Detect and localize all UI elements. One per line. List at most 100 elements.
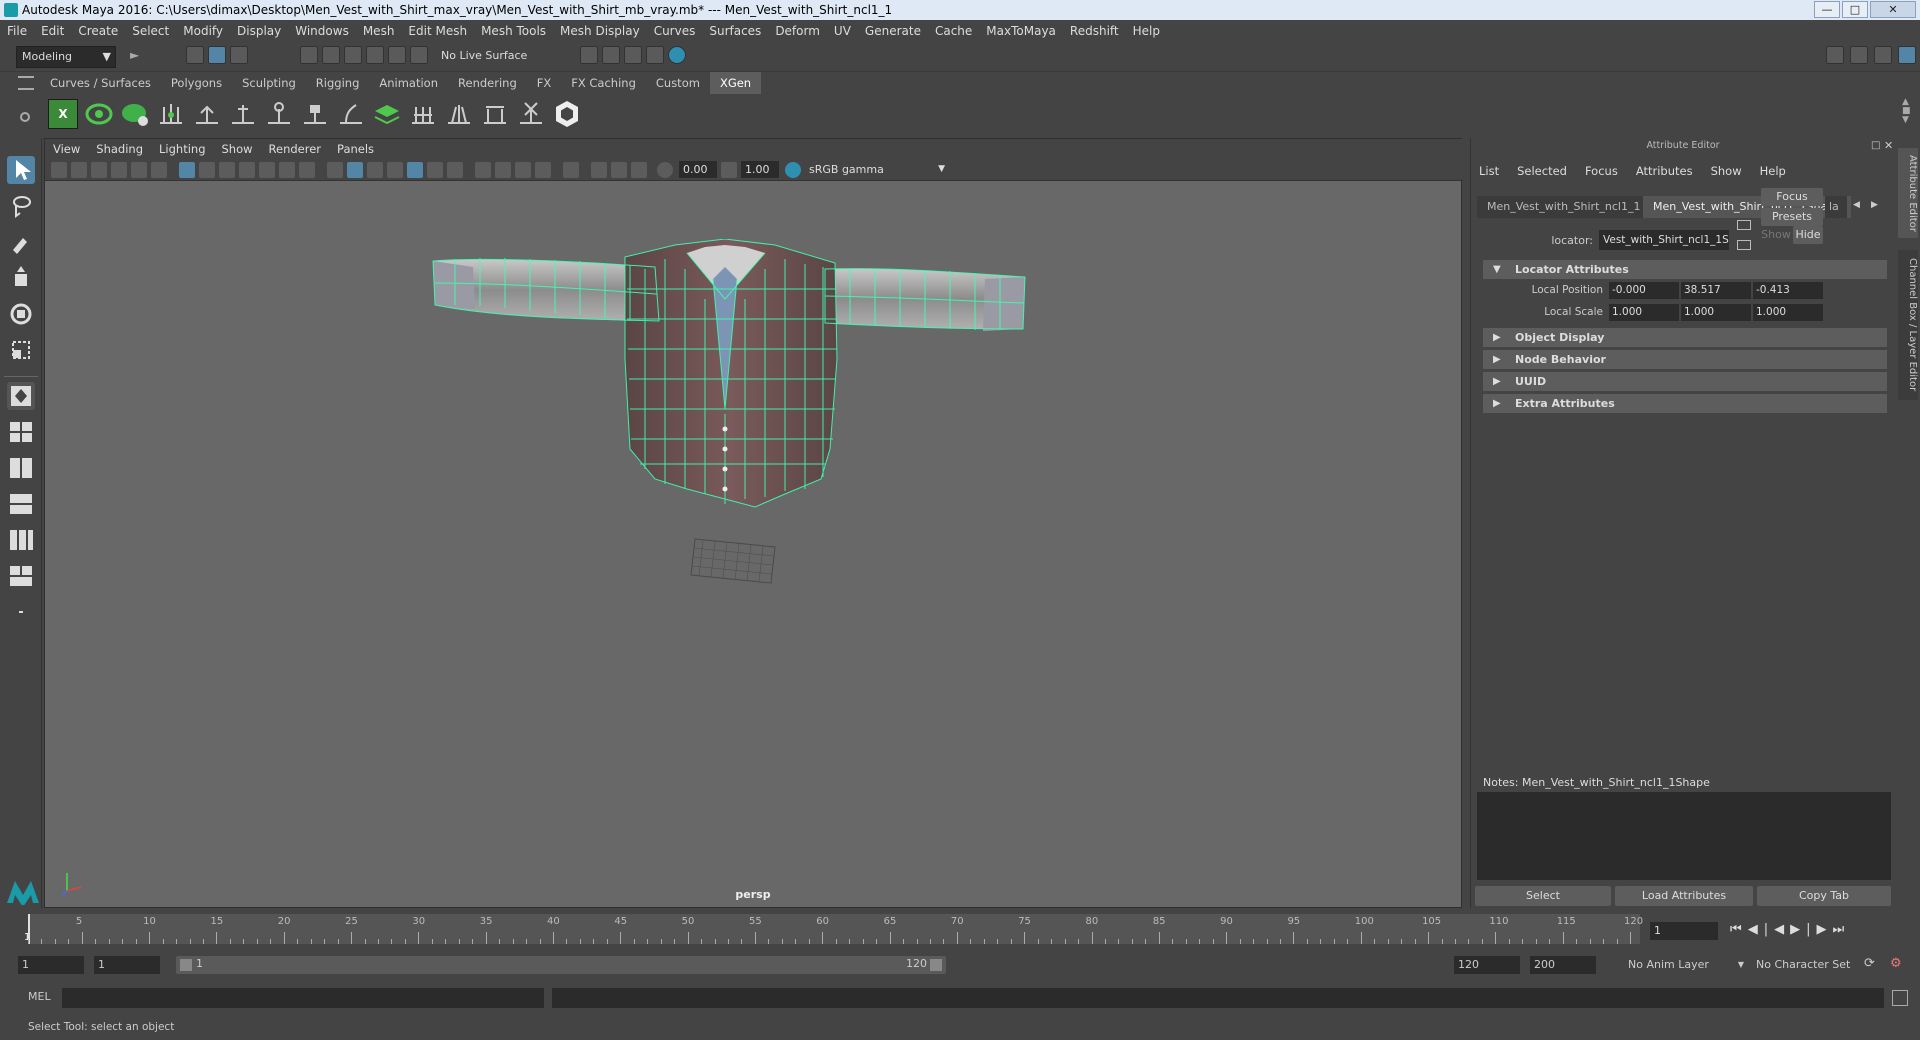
menu-windows[interactable]: Windows bbox=[288, 20, 356, 42]
menu-mesh-display[interactable]: Mesh Display bbox=[553, 20, 647, 42]
hide-button[interactable]: Hide bbox=[1793, 226, 1823, 244]
two-view-layout-icon[interactable] bbox=[7, 454, 35, 482]
character-set-dropdown[interactable]: No Character Set bbox=[1752, 956, 1874, 974]
minimize-button[interactable]: — bbox=[1814, 1, 1840, 18]
lasso-tool-icon[interactable] bbox=[7, 192, 35, 220]
menu-generate[interactable]: Generate bbox=[858, 20, 928, 42]
panel-menu-shading[interactable]: Shading bbox=[88, 139, 151, 159]
ae-menu-show[interactable]: Show bbox=[1711, 164, 1742, 178]
select-hierarchy-icon[interactable] bbox=[186, 46, 204, 64]
snap-grid-icon[interactable] bbox=[300, 46, 318, 64]
auto-key-icon[interactable]: ⟳ bbox=[1864, 956, 1875, 971]
range-end-field[interactable]: 120 bbox=[1454, 956, 1520, 974]
copy-tab-button[interactable]: Copy Tab bbox=[1757, 886, 1891, 906]
workspace-icon-4[interactable] bbox=[1898, 46, 1916, 64]
grease-pencil-icon[interactable] bbox=[151, 162, 167, 178]
xgen-create-description-icon[interactable] bbox=[120, 99, 150, 129]
close-panel-icon[interactable]: ✕ bbox=[1884, 139, 1893, 152]
section-uuid[interactable]: ▶ UUID bbox=[1483, 372, 1887, 391]
shelf-tab-animation[interactable]: Animation bbox=[369, 72, 448, 94]
menuset-dropdown[interactable]: Modeling ▼ bbox=[16, 46, 116, 68]
xgen-hex-icon[interactable] bbox=[552, 99, 582, 129]
depth-of-field-icon[interactable] bbox=[535, 162, 551, 178]
xgen-delete-guide-icon[interactable] bbox=[516, 99, 546, 129]
xgen-lock-guide-icon[interactable] bbox=[300, 99, 330, 129]
menu-redshift[interactable]: Redshift bbox=[1063, 20, 1126, 42]
range-slider-right-handle[interactable] bbox=[930, 959, 942, 971]
menu-mesh[interactable]: Mesh bbox=[356, 20, 402, 42]
live-surface-field[interactable]: No Live Surface bbox=[436, 46, 532, 68]
close-button[interactable]: ✕ bbox=[1870, 1, 1916, 18]
select-component-icon[interactable] bbox=[230, 46, 248, 64]
show-button[interactable]: Show bbox=[1761, 226, 1791, 244]
current-frame-field[interactable]: 1 bbox=[1650, 922, 1718, 940]
shelf-tab-fx-caching[interactable]: FX Caching bbox=[561, 72, 646, 94]
safe-title-icon[interactable] bbox=[299, 162, 315, 178]
ae-menu-selected[interactable]: Selected bbox=[1517, 164, 1567, 178]
camera-attributes-icon[interactable] bbox=[71, 162, 87, 178]
maximize-button[interactable]: □ bbox=[1842, 1, 1868, 18]
four-view-layout-icon[interactable] bbox=[7, 418, 35, 446]
preferences-icon[interactable]: ⚙ bbox=[1890, 956, 1902, 971]
wireframe-icon[interactable] bbox=[327, 162, 343, 178]
presets-button[interactable]: Presets bbox=[1761, 208, 1823, 226]
menu-select[interactable]: Select bbox=[125, 20, 176, 42]
render-view-icon[interactable] bbox=[580, 46, 598, 64]
shelf-menu-icon[interactable] bbox=[18, 76, 34, 90]
timeline-track[interactable]: 1 5 10 15 20 25 30 35 40 45 50 55 60 65 70 75 80 85 90 95 1… bbox=[24, 914, 1643, 944]
single-perspective-layout-icon[interactable] bbox=[7, 382, 35, 410]
range-slider-left-handle[interactable] bbox=[180, 959, 192, 971]
render-settings-icon[interactable] bbox=[646, 46, 664, 64]
go-to-start-icon[interactable]: ⏮ bbox=[1730, 922, 1748, 937]
hypershade-icon[interactable] bbox=[668, 46, 686, 64]
snap-magnet-icon[interactable] bbox=[410, 46, 428, 64]
focus-input-icon[interactable] bbox=[1737, 220, 1751, 230]
anim-layer-dropdown[interactable]: No Anim Layer ▼ bbox=[1624, 956, 1744, 974]
move-tool-icon[interactable] bbox=[7, 264, 35, 292]
menu-edit-mesh[interactable]: Edit Mesh bbox=[401, 20, 474, 42]
ae-menu-list[interactable]: List bbox=[1479, 164, 1499, 178]
focus-button[interactable]: Focus bbox=[1761, 188, 1823, 206]
hypershade-layout-icon[interactable] bbox=[7, 562, 35, 590]
workspace-icon-1[interactable] bbox=[1826, 46, 1844, 64]
snap-live-icon[interactable] bbox=[388, 46, 406, 64]
xgen-preview-icon[interactable] bbox=[84, 99, 114, 129]
menu-uv[interactable]: UV bbox=[827, 20, 858, 42]
float-panel-icon[interactable]: □ bbox=[1871, 140, 1880, 151]
shadows-icon[interactable] bbox=[447, 162, 463, 178]
panel-menu-view[interactable]: View bbox=[45, 139, 88, 159]
select-button[interactable]: Select bbox=[1475, 886, 1611, 906]
layout-more-icon[interactable] bbox=[7, 598, 35, 626]
ipr-render-icon[interactable] bbox=[624, 46, 642, 64]
menu-display[interactable]: Display bbox=[230, 20, 288, 42]
grid-toggle-icon[interactable] bbox=[179, 162, 195, 178]
step-back-frame-icon[interactable]: ◀ bbox=[1774, 922, 1790, 937]
safe-action-icon[interactable] bbox=[279, 162, 295, 178]
section-object-display[interactable]: ▶ Object Display bbox=[1483, 328, 1887, 347]
select-tool-icon[interactable] bbox=[7, 156, 35, 184]
film-gate-icon[interactable] bbox=[199, 162, 215, 178]
local-position-z[interactable]: -0.413 bbox=[1753, 282, 1823, 299]
xgen-bend-guide-icon[interactable] bbox=[336, 99, 366, 129]
notes-textarea[interactable] bbox=[1477, 792, 1891, 880]
shelf-tab-rendering[interactable]: Rendering bbox=[448, 72, 527, 94]
bookmark-icon[interactable] bbox=[91, 162, 107, 178]
side-tab-channel-box[interactable]: Channel Box / Layer Editor bbox=[1898, 250, 1918, 400]
shelf-tab-curves-surfaces[interactable]: Curves / Surfaces bbox=[40, 72, 161, 94]
xgen-flip-icon[interactable] bbox=[480, 99, 510, 129]
snap-point-icon[interactable] bbox=[344, 46, 362, 64]
section-node-behavior[interactable]: ▶ Node Behavior bbox=[1483, 350, 1887, 369]
vest-shirt-model[interactable] bbox=[425, 239, 1085, 639]
xgen-guides-icon[interactable] bbox=[156, 99, 186, 129]
shelf-tab-fx[interactable]: FX bbox=[527, 72, 562, 94]
menu-create[interactable]: Create bbox=[71, 20, 125, 42]
select-object-icon[interactable] bbox=[208, 46, 226, 64]
panel-menu-panels[interactable]: Panels bbox=[329, 139, 382, 159]
color-management-icon[interactable] bbox=[785, 162, 801, 178]
2d-pan-zoom-icon[interactable] bbox=[131, 162, 147, 178]
shelf-tab-rigging[interactable]: Rigging bbox=[306, 72, 370, 94]
isolate-select-icon[interactable] bbox=[563, 162, 579, 178]
xray-icon[interactable] bbox=[591, 162, 607, 178]
field-chart-icon[interactable] bbox=[259, 162, 275, 178]
range-start-field[interactable]: 1 bbox=[18, 956, 84, 974]
